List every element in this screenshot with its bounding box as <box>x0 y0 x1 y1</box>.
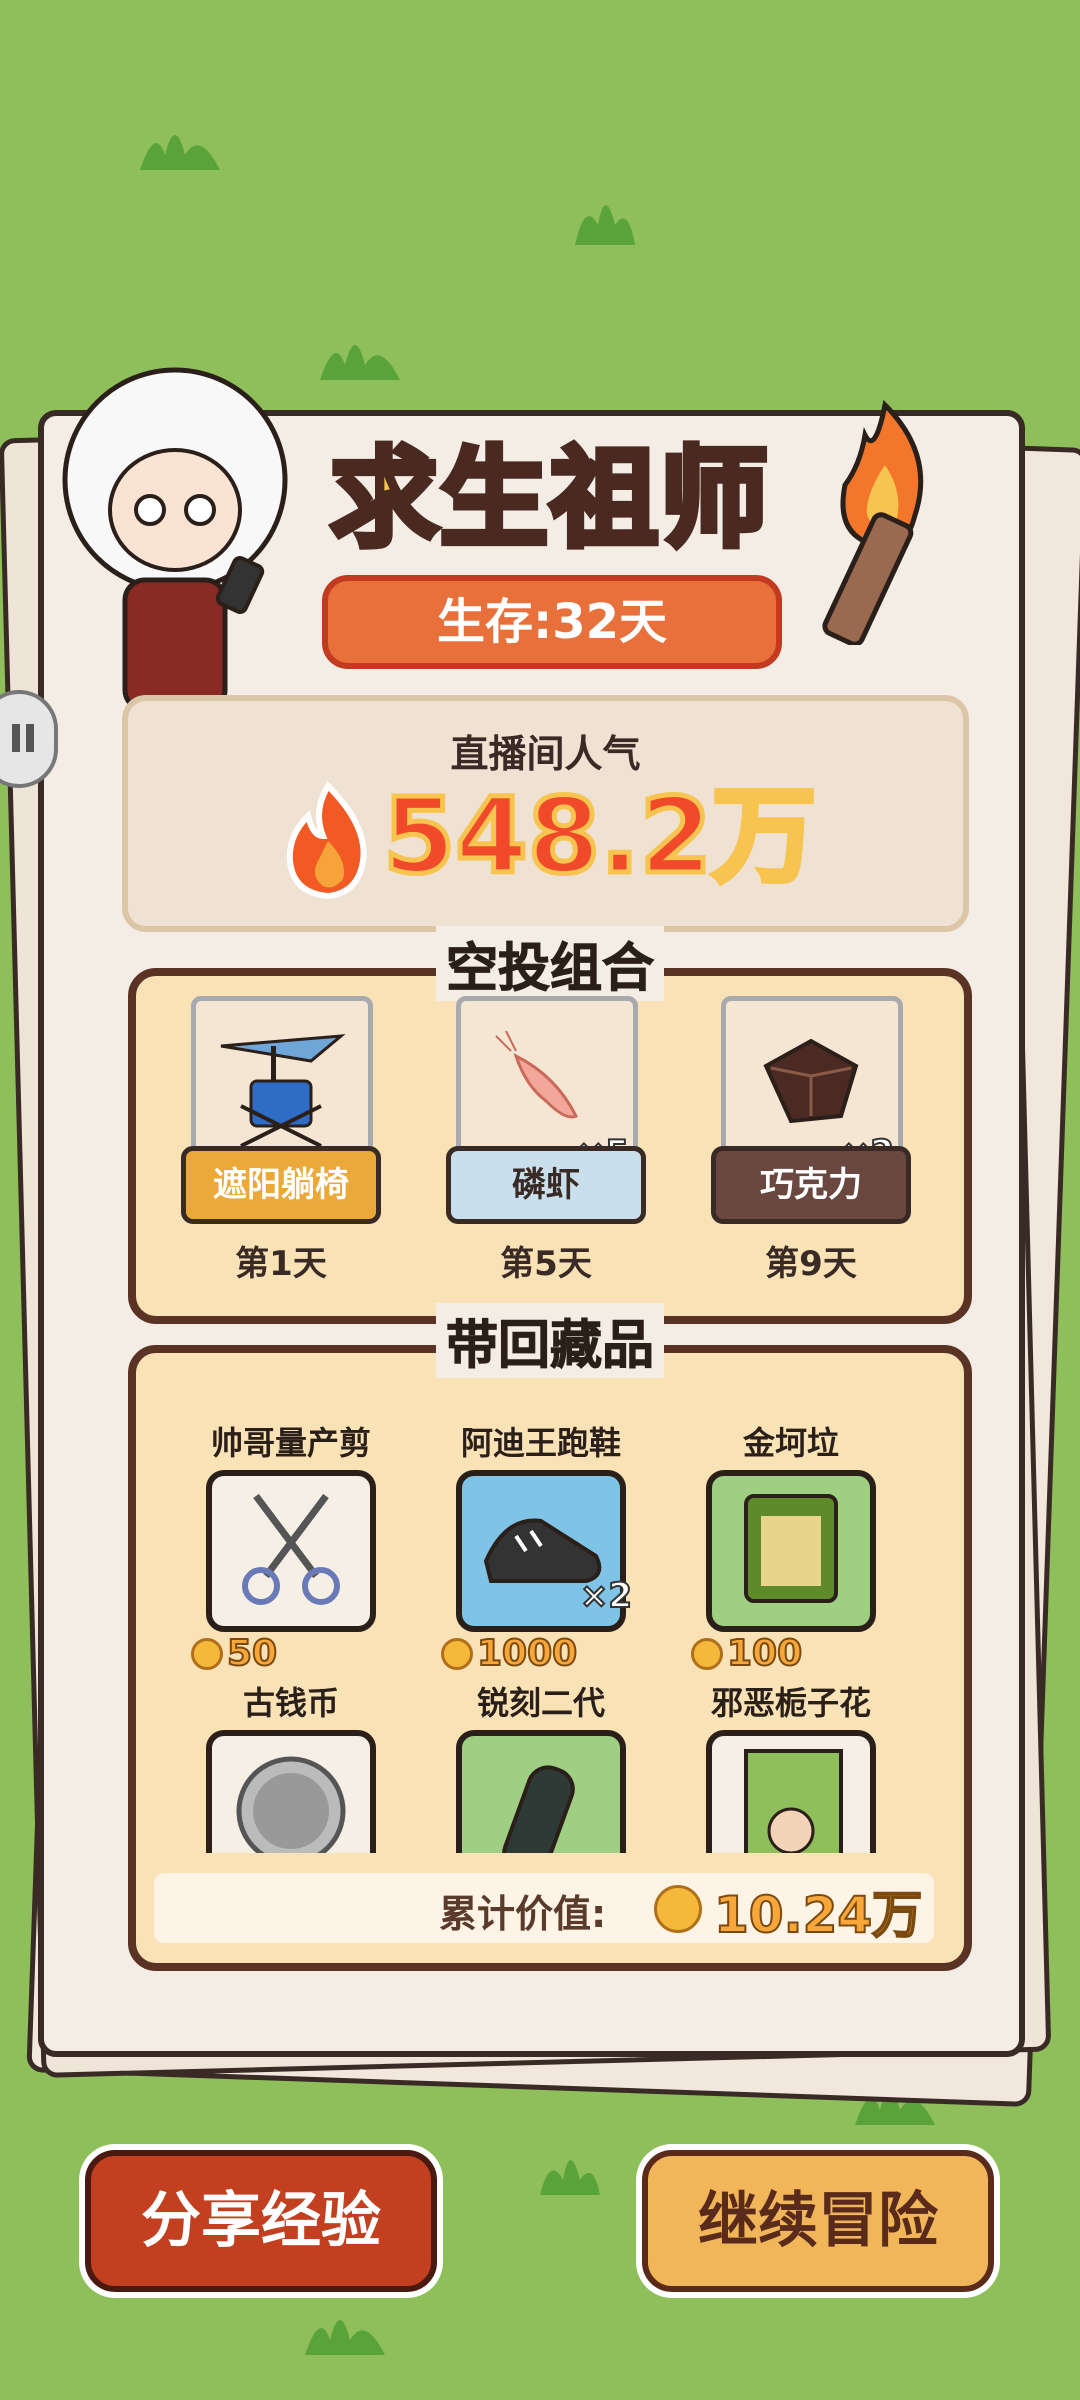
collection-item-count: ×2 <box>579 1575 633 1617</box>
airdrop-section: 空投组合 遮阳躺椅 第1天 ×5 磷虾 第5天 <box>128 926 972 1324</box>
total-value-bar: 累计价值: 10.24万 <box>154 1873 934 1945</box>
collection-item-icon-box <box>706 1470 876 1632</box>
grass-decoration <box>540 2160 600 2195</box>
airdrop-item-name: 巧克力 <box>711 1146 911 1224</box>
torch-icon <box>822 399 924 645</box>
share-experience-button[interactable]: 分享经验 <box>85 2150 437 2292</box>
collection-item[interactable]: 锐刻二代 <box>441 1678 641 1853</box>
collection-item-icon-box <box>206 1470 376 1632</box>
fertilizer-bag-icon <box>744 1494 838 1603</box>
coin-icon <box>654 1885 702 1933</box>
price-value: 100 <box>726 1632 803 1675</box>
coin-portrait-icon <box>236 1756 346 1853</box>
popularity-value: 548.2万 <box>381 774 819 899</box>
collection-item[interactable]: 金坷垃 100 <box>691 1418 891 1675</box>
collection-item-icon-box <box>456 1730 626 1853</box>
collection-item-price: 100 <box>691 1632 803 1675</box>
total-value-label: 累计价值: <box>439 1892 607 1936</box>
collection-item-name: 阿迪王跑鞋 <box>460 1424 621 1462</box>
collection-item-name: 邪恶栀子花 <box>710 1684 871 1722</box>
collection-item-price: 50 <box>191 1632 278 1675</box>
collection-section: 带回藏品 帅哥量产剪 50 阿迪王跑鞋 ×2 1000 金坷垃 100 古钱币 … <box>128 1303 972 1971</box>
continue-adventure-button[interactable]: 继续冒险 <box>642 2150 994 2292</box>
total-value: 10.24万 <box>713 1885 923 1945</box>
collection-grid: 帅哥量产剪 50 阿迪王跑鞋 ×2 1000 金坷垃 100 古钱币 锐刻二代 … <box>136 1353 964 1853</box>
price-value: 1000 <box>476 1632 578 1675</box>
collection-item[interactable]: 邪恶栀子花 <box>691 1678 891 1853</box>
fire-icon <box>286 781 367 900</box>
collection-item-name: 帅哥量产剪 <box>210 1424 371 1462</box>
collection-item-icon-box <box>206 1730 376 1853</box>
collection-item-name: 锐刻二代 <box>476 1684 605 1722</box>
collection-item[interactable]: 古钱币 <box>191 1678 391 1853</box>
scissors-icon <box>242 1493 340 1605</box>
airdrop-section-title: 空投组合 <box>435 926 665 1001</box>
collection-item-icon-box <box>706 1730 876 1853</box>
coin-icon <box>691 1637 723 1670</box>
pause-icon <box>12 724 20 752</box>
airdrop-item[interactable]: ×5 磷虾 第5天 <box>446 996 646 1284</box>
popularity-label: 直播间人气 <box>450 732 641 776</box>
coin-icon <box>191 1637 223 1670</box>
grass-decoration <box>575 205 635 245</box>
airdrop-item[interactable]: ×2 巧克力 第9天 <box>711 996 911 1284</box>
airdrop-item-day: 第5天 <box>500 1244 592 1284</box>
collection-item-icon-box: ×2 <box>456 1470 633 1632</box>
price-value: 50 <box>226 1632 278 1675</box>
page-title: 求生祖师 <box>327 434 771 565</box>
collection-item-name: 古钱币 <box>242 1684 339 1722</box>
survival-days-badge: 生存:32天 <box>322 575 782 669</box>
popularity-panel: 直播间人气 548.2万 <box>122 695 969 932</box>
collection-item-price: 1000 <box>441 1632 578 1675</box>
airdrop-item-day: 第9天 <box>765 1244 857 1284</box>
collection-item[interactable]: 帅哥量产剪 50 <box>191 1418 391 1675</box>
grass-decoration <box>305 2320 385 2355</box>
book-icon <box>744 1749 843 1853</box>
grass-decoration <box>140 135 220 170</box>
vape-icon <box>502 1765 575 1853</box>
airdrop-item[interactable]: 遮阳躺椅 第1天 <box>181 996 381 1284</box>
coin-icon <box>441 1637 473 1670</box>
collection-item-name: 金坷垃 <box>742 1424 839 1462</box>
beach-chair-icon <box>220 1034 346 1148</box>
airdrop-item-name: 磷虾 <box>446 1146 646 1224</box>
grass-decoration <box>320 345 400 380</box>
collection-item[interactable]: 阿迪王跑鞋 ×2 1000 <box>441 1418 641 1675</box>
airdrop-item-day: 第1天 <box>235 1244 327 1284</box>
airdrop-item-name: 遮阳躺椅 <box>181 1146 381 1224</box>
